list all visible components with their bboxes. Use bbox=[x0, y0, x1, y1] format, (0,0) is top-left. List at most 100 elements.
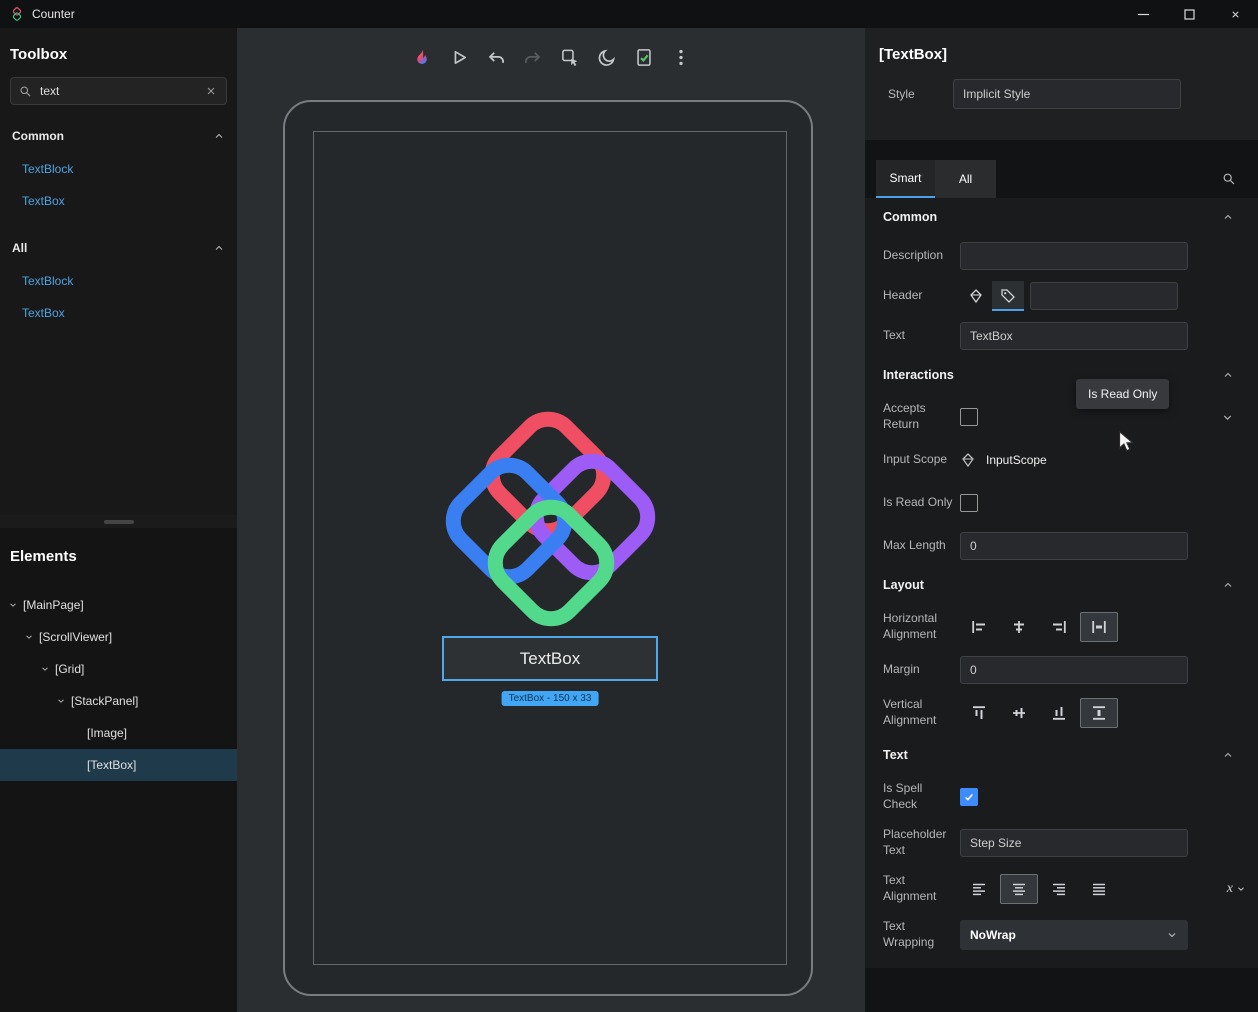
header-binding-button[interactable] bbox=[960, 281, 992, 311]
chevron-down-icon[interactable] bbox=[8, 600, 18, 610]
toolbox-search-input[interactable] bbox=[40, 84, 205, 98]
section-interactions[interactable]: Interactions bbox=[865, 356, 1258, 394]
valign-top-button[interactable] bbox=[960, 698, 998, 728]
style-input[interactable] bbox=[953, 79, 1181, 109]
titlebar: Counter bbox=[0, 0, 1258, 28]
section-common[interactable]: Common bbox=[865, 198, 1258, 236]
align-vstretch-icon bbox=[1091, 705, 1107, 721]
halign-left-button[interactable] bbox=[960, 612, 998, 642]
header-literal-button[interactable] bbox=[992, 281, 1024, 311]
gem-icon bbox=[968, 288, 984, 304]
halign-stretch-button[interactable] bbox=[1080, 612, 1118, 642]
text-wrapping-dropdown[interactable]: NoWrap bbox=[960, 920, 1188, 950]
tab-all[interactable]: All bbox=[935, 160, 996, 198]
row-header: Header bbox=[865, 276, 1258, 316]
chevron-down-icon bbox=[1236, 884, 1246, 894]
tree-item-image[interactable]: [Image] bbox=[0, 717, 237, 749]
minimize-button[interactable] bbox=[1120, 0, 1166, 28]
gem-icon[interactable] bbox=[960, 452, 976, 468]
undo-icon[interactable] bbox=[483, 44, 509, 70]
mouse-cursor bbox=[1118, 430, 1136, 454]
is-read-only-tooltip: Is Read Only bbox=[1076, 379, 1169, 409]
inspector-title: [TextBox] bbox=[879, 46, 1244, 63]
halign-right-button[interactable] bbox=[1040, 612, 1078, 642]
changes-check-icon[interactable] bbox=[631, 44, 657, 70]
row-is-spell-check: Is Spell Check bbox=[865, 774, 1258, 820]
valign-bottom-button[interactable] bbox=[1040, 698, 1078, 728]
section-layout[interactable]: Layout bbox=[865, 566, 1258, 604]
is-read-only-checkbox[interactable] bbox=[960, 494, 978, 512]
halign-center-button[interactable] bbox=[1000, 612, 1038, 642]
valign-stretch-button[interactable] bbox=[1080, 698, 1118, 728]
header-input[interactable] bbox=[1030, 282, 1178, 310]
description-input[interactable] bbox=[960, 242, 1188, 270]
hot-reload-flame-icon[interactable] bbox=[409, 44, 435, 70]
element-picker-icon[interactable] bbox=[557, 44, 583, 70]
text-align-center-button[interactable] bbox=[1000, 874, 1038, 904]
text-align-justify-button[interactable] bbox=[1080, 874, 1118, 904]
inspector-header: [TextBox] Style bbox=[865, 28, 1258, 140]
chevron-up-icon bbox=[1222, 369, 1234, 381]
window-title: Counter bbox=[32, 7, 75, 21]
text-align-right-button[interactable] bbox=[1040, 874, 1078, 904]
toolbox-section-common[interactable]: Common bbox=[0, 119, 237, 153]
chevron-down-icon[interactable] bbox=[24, 632, 34, 642]
text-input[interactable] bbox=[960, 322, 1188, 350]
play-icon[interactable] bbox=[446, 44, 472, 70]
align-left-icon bbox=[971, 619, 987, 635]
toolbox-item-textbox[interactable]: TextBox bbox=[0, 185, 237, 217]
inspector-tabs: Smart All bbox=[865, 160, 1258, 198]
theme-toggle-moon-icon[interactable] bbox=[594, 44, 620, 70]
align-center-icon bbox=[1011, 619, 1027, 635]
toolbox-item-textblock-all[interactable]: TextBlock bbox=[0, 265, 237, 297]
max-length-input[interactable] bbox=[960, 532, 1188, 560]
chevron-down-icon[interactable] bbox=[1221, 411, 1234, 424]
section-text[interactable]: Text bbox=[865, 736, 1258, 774]
row-horizontal-alignment: Horizontal Alignment bbox=[865, 604, 1258, 650]
toolbox-item-textblock[interactable]: TextBlock bbox=[0, 153, 237, 185]
align-stretch-icon bbox=[1091, 619, 1107, 635]
tree-item-mainpage[interactable]: [MainPage] bbox=[0, 589, 237, 621]
row-text-wrapping: Text Wrapping NoWrap bbox=[865, 912, 1258, 958]
placeholder-text-input[interactable] bbox=[960, 829, 1188, 857]
toolbox-item-textbox-all[interactable]: TextBox bbox=[0, 297, 237, 329]
row-margin: Margin bbox=[865, 650, 1258, 690]
align-bottom-icon bbox=[1051, 705, 1067, 721]
more-kebab-icon[interactable] bbox=[668, 44, 694, 70]
app-logo-icon bbox=[10, 7, 24, 21]
check-icon bbox=[963, 791, 975, 803]
app-preview-logo bbox=[429, 402, 669, 642]
is-spell-check-checkbox[interactable] bbox=[960, 788, 978, 806]
search-icon bbox=[19, 85, 32, 98]
toolbox-search[interactable] bbox=[10, 77, 227, 105]
clear-search-icon[interactable] bbox=[205, 85, 217, 97]
row-placeholder-text: Placeholder Text bbox=[865, 820, 1258, 866]
tree-item-grid[interactable]: [Grid] bbox=[0, 653, 237, 685]
maximize-button[interactable] bbox=[1166, 0, 1212, 28]
chevron-down-icon[interactable] bbox=[56, 696, 66, 706]
selected-textbox-element[interactable]: TextBox bbox=[442, 636, 658, 681]
input-scope-value[interactable]: InputScope bbox=[986, 453, 1047, 467]
panel-resize-handle[interactable] bbox=[0, 515, 237, 528]
properties-search-icon[interactable] bbox=[1222, 172, 1236, 186]
tree-item-scrollviewer[interactable]: [ScrollViewer] bbox=[0, 621, 237, 653]
design-canvas[interactable]: TextBox TextBox - 150 x 33 bbox=[237, 28, 865, 1012]
row-max-length: Max Length bbox=[865, 526, 1258, 566]
chevron-up-icon bbox=[213, 130, 225, 142]
text-align-left-button[interactable] bbox=[960, 874, 998, 904]
valign-center-button[interactable] bbox=[1000, 698, 1038, 728]
close-button[interactable] bbox=[1212, 0, 1258, 28]
redo-icon[interactable] bbox=[520, 44, 546, 70]
toolbox-section-all[interactable]: All bbox=[0, 231, 237, 265]
row-text-alignment: Text Alignment x bbox=[865, 866, 1258, 912]
tab-smart[interactable]: Smart bbox=[876, 160, 935, 198]
text-alignment-binding-selector[interactable]: x bbox=[1227, 881, 1246, 897]
elements-title: Elements bbox=[0, 528, 237, 589]
tree-item-textbox[interactable]: [TextBox] bbox=[0, 749, 237, 781]
chevron-down-icon[interactable] bbox=[40, 664, 50, 674]
selection-size-badge: TextBox - 150 x 33 bbox=[502, 691, 599, 706]
tree-item-stackpanel[interactable]: [StackPanel] bbox=[0, 685, 237, 717]
margin-input[interactable] bbox=[960, 656, 1188, 684]
properties-inspector: [TextBox] Style Smart All Common Descr bbox=[865, 28, 1258, 1012]
accepts-return-checkbox[interactable] bbox=[960, 408, 978, 426]
